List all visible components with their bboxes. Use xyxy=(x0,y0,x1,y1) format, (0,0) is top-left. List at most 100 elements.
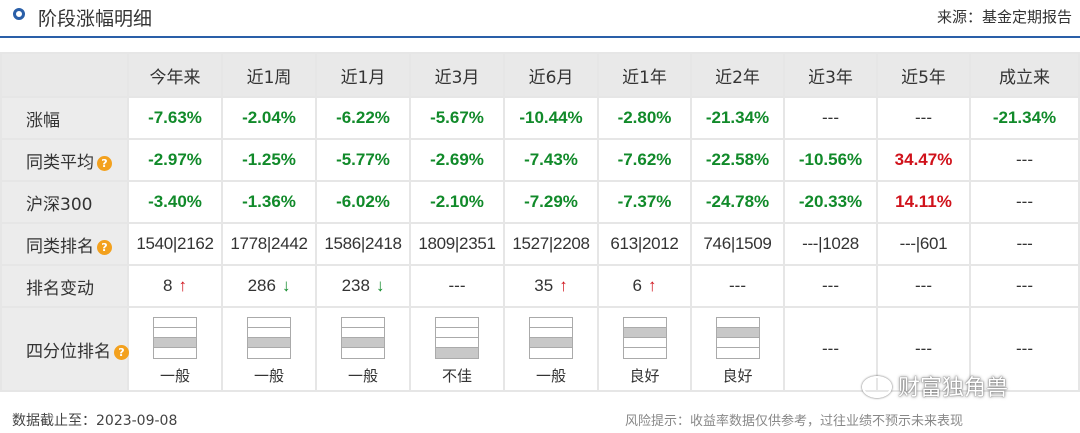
value-cell: --- xyxy=(969,180,1080,224)
column-header: 近5年 xyxy=(876,52,971,98)
column-header: 近6月 xyxy=(503,52,599,98)
value-cell: --- xyxy=(876,96,971,140)
quartile-bar-icon xyxy=(529,316,573,359)
row-label-peer_avg: 同类平均? xyxy=(0,138,129,182)
quartile-label: 一般 xyxy=(347,366,378,385)
rank-change-value: 286 xyxy=(247,276,276,295)
row-label-text: 同类排名 xyxy=(26,236,94,257)
column-header: 近3月 xyxy=(409,52,505,98)
value-cell: -6.22% xyxy=(315,96,411,140)
arrow-down-icon: ↓ xyxy=(375,276,385,295)
value-cell: -10.56% xyxy=(783,138,878,182)
row-label-text: 沪深300 xyxy=(26,194,93,215)
column-header: 成立来 xyxy=(969,52,1080,98)
rank-change-cell: 8 ↑ xyxy=(127,264,223,308)
rank-change-value: 8 xyxy=(163,276,173,295)
corner-cell xyxy=(0,52,129,98)
source-label: 来源：基金定期报告 xyxy=(936,8,1072,26)
value-cell: -2.69% xyxy=(409,138,505,182)
value-cell: --- xyxy=(969,138,1080,182)
watermark: 财富独角兽 xyxy=(862,370,1008,402)
rank-change-value: 6 xyxy=(632,276,642,295)
arrow-up-icon: ↑ xyxy=(178,276,187,295)
rank-change-cell: 35 ↑ xyxy=(503,264,599,308)
row-label-text: 排名变动 xyxy=(26,278,94,299)
value-cell: -1.36% xyxy=(221,180,317,224)
value-cell: -6.02% xyxy=(315,180,411,224)
value-cell: -10.44% xyxy=(503,96,599,140)
value-cell: -24.78% xyxy=(690,180,785,224)
value-cell: -5.67% xyxy=(409,96,505,140)
quartile-label: 一般 xyxy=(159,366,190,385)
rank-change-value: --- xyxy=(822,276,839,295)
rank-change-value: 35 xyxy=(534,276,554,295)
rank-cell: 613|2012 xyxy=(597,222,692,266)
performance-table: 今年来 近1周 近1月 近3月 近6月 近1年 近2年 近3年 近5年 成立来 涨幅 -7.63% -… xyxy=(0,52,1080,392)
value-cell: -1.25% xyxy=(221,138,317,182)
column-header: 近1周 xyxy=(221,52,317,98)
table-row: 排名变动 8 ↑ 286 ↓ 238 ↓ --- 35 ↑ 6 ↑ --- --- --- --- xyxy=(0,264,1080,308)
value-cell: -2.04% xyxy=(221,96,317,140)
rank-cell: 1540|2162 xyxy=(127,222,223,266)
value-cell: -2.97% xyxy=(127,138,223,182)
question-icon[interactable]: ? xyxy=(114,344,129,360)
quartile-label: 一般 xyxy=(253,366,284,385)
value-cell: -3.40% xyxy=(127,180,223,224)
table-row: 沪深300 -3.40% -1.36% -6.02% -2.10% -7.29% -7.37… xyxy=(0,180,1080,224)
rank-change-value: --- xyxy=(1016,276,1033,295)
rank-change-cell: 238 ↓ xyxy=(315,264,411,308)
row-label-rank_change: 排名变动 xyxy=(0,264,129,308)
watermark-text: 财富独角兽 xyxy=(898,376,1009,401)
arrow-up-icon: ↑ xyxy=(647,276,657,295)
value-cell: -21.34% xyxy=(969,96,1080,140)
question-icon[interactable]: ? xyxy=(97,155,112,171)
quartile-label: 一般 xyxy=(535,366,566,385)
quartile-bar-icon xyxy=(435,316,479,359)
row-label-hs300: 沪深300 xyxy=(0,180,129,224)
value-cell: -2.80% xyxy=(597,96,692,140)
rank-cell: 1809|2351 xyxy=(409,222,505,266)
rank-change-cell: 6 ↑ xyxy=(597,264,692,308)
quartile-bar-icon xyxy=(247,316,291,359)
rank-change-cell: --- xyxy=(690,264,785,308)
quartile-label: 良好 xyxy=(722,366,753,385)
data-date: 数据截止至：2023-09-08 xyxy=(12,413,178,429)
row-label-text: 涨幅 xyxy=(26,110,60,131)
value-cell: 14.11% xyxy=(876,180,971,224)
header-row: 今年来 近1周 近1月 近3月 近6月 近1年 近2年 近3年 近5年 成立来 xyxy=(0,52,1080,98)
value-cell: -7.29% xyxy=(503,180,599,224)
rank-change-cell: --- xyxy=(969,264,1080,308)
table-row: 涨幅 -7.63% -2.04% -6.22% -5.67% -10.44% -2.80% -… xyxy=(0,96,1080,140)
rank-cell: --- xyxy=(969,222,1080,266)
table-row: 同类排名? 1540|2162 1778|2442 1586|2418 1809|235… xyxy=(0,222,1080,266)
section-title: 阶段涨幅明细 xyxy=(38,8,153,30)
rank-cell: 1586|2418 xyxy=(315,222,411,266)
value-cell: -22.58% xyxy=(690,138,785,182)
quartile-bar-icon xyxy=(622,316,667,359)
rank-change-cell: --- xyxy=(409,264,505,308)
rank-change-cell: --- xyxy=(876,264,971,308)
quartile-label: 不佳 xyxy=(441,366,472,385)
quartile-cell: 一般 xyxy=(503,306,599,392)
row-label-change: 涨幅 xyxy=(0,96,129,140)
rank-cell: ---|601 xyxy=(876,222,971,266)
quartile-bar-icon xyxy=(715,316,760,359)
value-cell: -7.37% xyxy=(597,180,692,224)
rank-cell: 1778|2442 xyxy=(221,222,317,266)
quartile-label: 良好 xyxy=(629,366,660,385)
value-cell: -7.63% xyxy=(127,96,223,140)
value-cell: -7.62% xyxy=(597,138,692,182)
value-cell: -5.77% xyxy=(315,138,411,182)
rank-change-value: 238 xyxy=(341,276,370,295)
quartile-cell: 良好 xyxy=(690,306,785,392)
quartile-cell: 一般 xyxy=(315,306,411,392)
value-cell: --- xyxy=(783,96,878,140)
column-header: 近1年 xyxy=(597,52,692,98)
question-icon[interactable]: ? xyxy=(97,239,112,255)
row-label-text: 四分位排名 xyxy=(26,341,111,362)
quartile-cell: 不佳 xyxy=(409,306,505,392)
column-header: 近2年 xyxy=(690,52,785,98)
rank-cell: 1527|2208 xyxy=(503,222,599,266)
table-row: 同类平均? -2.97% -1.25% -5.77% -2.69% -7.43% -7.62… xyxy=(0,138,1080,182)
row-label-text: 同类平均 xyxy=(26,152,94,173)
